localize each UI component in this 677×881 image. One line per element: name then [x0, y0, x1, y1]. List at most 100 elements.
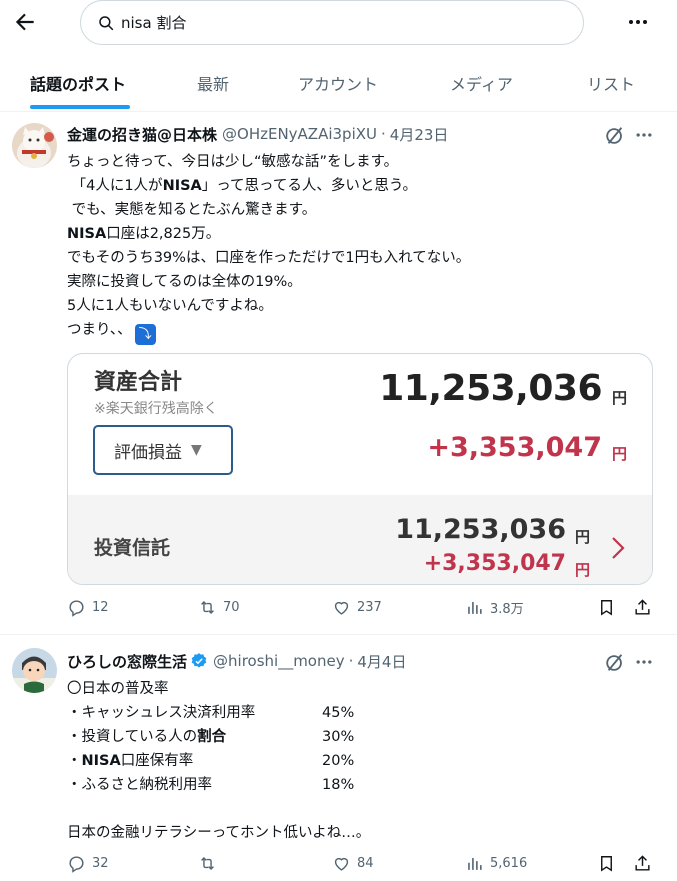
active-tab-indicator: [30, 105, 130, 109]
arrow-down-right-emoji: ⤵: [134, 324, 156, 345]
like-button[interactable]: 84: [332, 854, 374, 873]
bookmark-button[interactable]: [597, 598, 616, 617]
like-button[interactable]: 237: [332, 598, 382, 617]
author-handle[interactable]: @hiroshi__money: [213, 652, 345, 670]
tab-media[interactable]: メディア: [450, 54, 513, 112]
view-count: 5,616: [490, 856, 528, 871]
heart-icon: [334, 857, 349, 871]
views-icon: [468, 601, 482, 614]
author-name[interactable]: ひろしの窓際生活: [67, 651, 187, 672]
bookmark-icon: [601, 856, 612, 872]
author-name[interactable]: 金運の招き猫@日本株: [67, 124, 217, 145]
grok-icon[interactable]: [604, 652, 626, 674]
search-tabs: 話題のポスト 最新 アカウント メディア リスト: [0, 54, 677, 112]
views-icon: [468, 857, 482, 870]
yen-unit: 円: [574, 528, 590, 546]
repost-button[interactable]: [198, 854, 223, 873]
dropdown-label: 評価損益: [114, 442, 182, 463]
text-line: ・ふるさと納税利用率: [67, 777, 212, 793]
card-title: 資産合計: [94, 370, 183, 395]
text-bold: NISA: [67, 226, 107, 242]
text-line: 実際に投資してるのは全体の19%。: [67, 274, 302, 290]
search-icon: [99, 15, 114, 30]
card-note: ※楽天銀行残高除く: [94, 401, 218, 417]
more-options-icon[interactable]: [634, 652, 654, 672]
fund-total: 11,253,036: [395, 514, 566, 545]
attached-image[interactable]: 資産合計 ※楽天銀行残高除く 11,253,036 円 評価損益 ▼ +3,353…: [67, 353, 653, 585]
more-options-icon[interactable]: [634, 125, 654, 145]
repost-icon: [201, 600, 214, 615]
post-actions: 12 70 237 3.8万: [67, 598, 657, 622]
share-icon: [635, 855, 650, 871]
post[interactable]: ひろしの窓際生活 @hiroshi__money · 4月4日 〇日本の普及率 …: [0, 636, 677, 881]
text-line: 5人に1人もいないんですよね。: [67, 298, 273, 314]
tab-top-posts[interactable]: 話題のポスト: [30, 54, 126, 112]
post-date[interactable]: 4月4日: [357, 651, 406, 672]
reply-count: 32: [92, 856, 109, 871]
bookmark-button[interactable]: [597, 854, 616, 873]
reply-count: 12: [92, 600, 109, 615]
repost-icon: [201, 856, 214, 871]
repost-button[interactable]: 70: [198, 598, 240, 617]
tab-latest[interactable]: 最新: [197, 54, 229, 112]
avatar[interactable]: [12, 123, 57, 168]
share-button[interactable]: [633, 598, 652, 617]
bookmark-icon: [601, 600, 612, 616]
reply-icon: [69, 856, 84, 873]
post-text: ちょっと待って、今日は少し“敏感な話”をします。 「4人に1人がNISA」って思…: [67, 150, 470, 345]
chevron-right-icon: [608, 534, 628, 562]
tab-lists[interactable]: リスト: [587, 54, 635, 112]
text-line: 日本の金融リテラシーってホント低いよね…。: [67, 825, 371, 841]
search-query: nisa 割合: [121, 14, 187, 32]
gain-amount: +3,353,047: [427, 432, 602, 463]
avatar[interactable]: [12, 648, 57, 693]
heart-icon: [334, 601, 349, 615]
reply-icon: [69, 600, 84, 617]
post[interactable]: 金運の招き猫@日本株 @OHzENyAZAi3piXU · 4月23日 ちょっと…: [0, 113, 677, 635]
triangle-down-icon: ▼: [191, 442, 202, 458]
reply-button[interactable]: 32: [67, 854, 109, 873]
yen-unit: 円: [611, 389, 627, 407]
share-button[interactable]: [633, 854, 652, 873]
text-line: でもそのうち39%は、口座を作っただけで1円も入れてない。: [67, 250, 471, 266]
text-bold: NISA: [162, 178, 202, 194]
text-bold: 割合: [197, 729, 227, 745]
rate-value: 45%: [322, 705, 355, 721]
fund-label: 投資信託: [94, 537, 171, 559]
yen-unit: 円: [611, 445, 627, 463]
rate-value: 20%: [322, 753, 355, 769]
yen-unit: 円: [574, 561, 590, 579]
separator-dot: ·: [348, 652, 354, 670]
top-bar: nisa 割合: [0, 0, 677, 46]
author-handle[interactable]: @OHzENyAZAi3piXU: [222, 125, 377, 143]
reply-button[interactable]: 12: [67, 598, 109, 617]
rate-value: 30%: [322, 729, 355, 745]
text-line: 「4人に1人が: [71, 178, 163, 194]
total-amount: 11,253,036: [379, 368, 602, 409]
text-line: 口座は2,825万。: [106, 226, 221, 242]
post-actions: 32 84 5,616: [67, 854, 657, 878]
text-line: ・キャッシュレス決済利用率: [67, 705, 256, 721]
post-date[interactable]: 4月23日: [390, 124, 449, 145]
grok-icon[interactable]: [604, 125, 626, 147]
rate-values: 45% 30% 20% 18%: [322, 701, 354, 797]
views-button[interactable]: 3.8万: [465, 598, 524, 617]
rate-value: 18%: [322, 777, 355, 793]
separator-dot: ·: [381, 125, 386, 143]
text-line: でも、実態を知るとたぶん驚きます。: [71, 202, 317, 218]
verified-badge-icon: [191, 653, 207, 668]
back-arrow-icon[interactable]: [12, 9, 38, 35]
text-bold: NISA: [81, 753, 121, 769]
search-input[interactable]: nisa 割合: [80, 0, 584, 45]
tab-accounts[interactable]: アカウント: [298, 54, 378, 112]
more-options-icon[interactable]: [626, 10, 650, 34]
like-count: 84: [357, 856, 374, 871]
post-header: 金運の招き猫@日本株 @OHzENyAZAi3piXU · 4月23日: [67, 123, 448, 145]
text-line: 口座保有率: [120, 753, 194, 769]
text-line: 」って思ってる人、多いと思う。: [201, 178, 417, 194]
views-button[interactable]: 5,616: [465, 854, 527, 873]
repost-count: 70: [223, 600, 240, 615]
text-line: ちょっと待って、今日は少し“敏感な話”をします。: [67, 154, 399, 170]
fund-gain: +3,353,047: [423, 551, 566, 576]
text-line: ・: [67, 753, 82, 769]
